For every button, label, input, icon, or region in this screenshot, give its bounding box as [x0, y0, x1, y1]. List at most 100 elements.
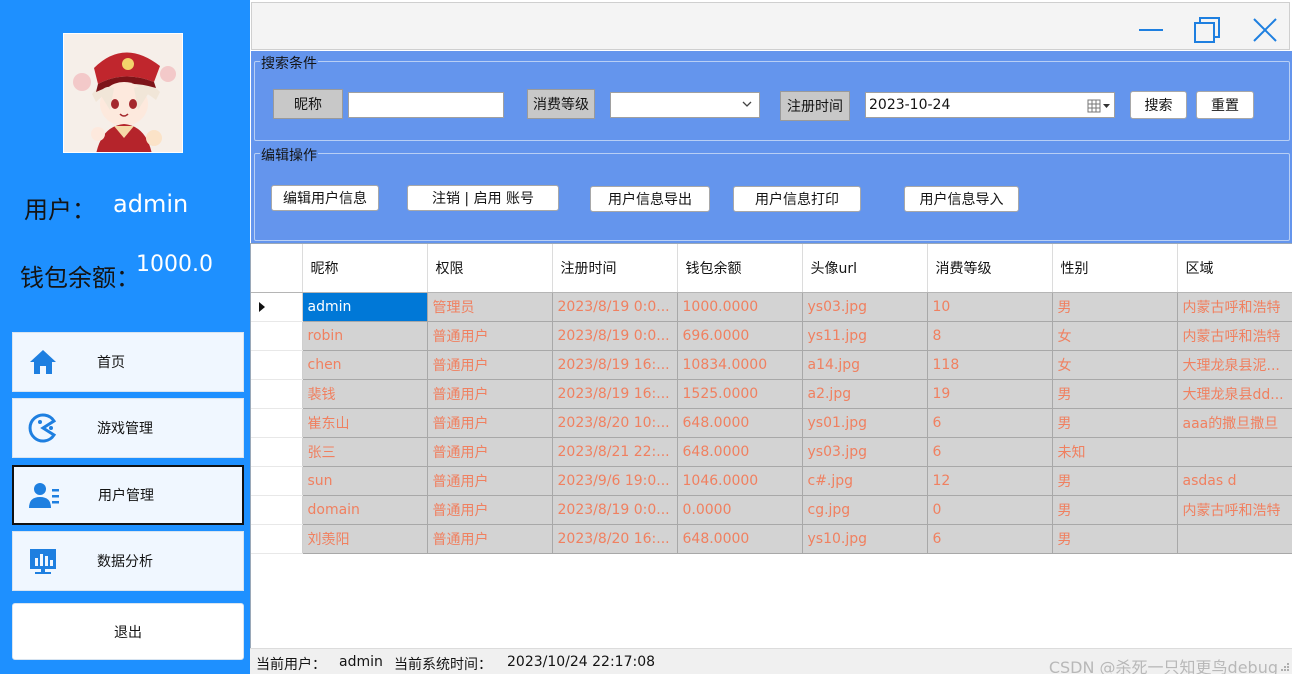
cell-nickname[interactable]: chen: [302, 350, 428, 380]
table-row[interactable]: domain 普通用户 2023/8/19 0:0... 0.0000 cg.jpg 0 男…: [251, 495, 1292, 525]
cell-role[interactable]: 普通用户: [427, 524, 553, 554]
print-users-button[interactable]: 用户信息打印: [733, 186, 861, 212]
row-header[interactable]: [251, 350, 303, 380]
cell-nickname[interactable]: admin: [302, 292, 428, 322]
column-header-regtime[interactable]: 注册时间: [552, 244, 678, 293]
reset-button[interactable]: 重置: [1196, 91, 1254, 119]
nickname-input[interactable]: [348, 92, 504, 118]
row-header[interactable]: [251, 466, 303, 496]
close-icon[interactable]: [1250, 15, 1280, 45]
cell-nickname[interactable]: 张三: [302, 437, 428, 467]
cell-region[interactable]: 内蒙古呼和浩特: [1177, 292, 1292, 322]
cell-wallet[interactable]: 648.0000: [677, 437, 803, 467]
cell-gender[interactable]: 男: [1052, 408, 1178, 438]
cell-nickname[interactable]: 崔东山: [302, 408, 428, 438]
cell-wallet[interactable]: 648.0000: [677, 408, 803, 438]
cell-level[interactable]: 8: [927, 321, 1053, 351]
regtime-date-picker[interactable]: 2023-10-24: [865, 92, 1115, 118]
cell-wallet[interactable]: 1525.0000: [677, 379, 803, 409]
cell-gender[interactable]: 女: [1052, 321, 1178, 351]
cell-wallet[interactable]: 696.0000: [677, 321, 803, 351]
nav-analytics-button[interactable]: 数据分析: [12, 531, 244, 591]
cell-level[interactable]: 6: [927, 524, 1053, 554]
cell-regtime[interactable]: 2023/8/20 16:...: [552, 524, 678, 554]
cell-level[interactable]: 12: [927, 466, 1053, 496]
table-row[interactable]: 刘羡阳 普通用户 2023/8/20 16:... 648.0000 ys10.jpg 6…: [251, 524, 1292, 554]
cell-avatar-url[interactable]: a14.jpg: [802, 350, 928, 380]
cell-regtime[interactable]: 2023/8/19 0:0...: [552, 495, 678, 525]
column-header-wallet[interactable]: 钱包余额: [677, 244, 803, 293]
cell-region[interactable]: 大理龙泉县泥...: [1177, 350, 1292, 380]
column-header-level[interactable]: 消费等级: [927, 244, 1053, 293]
row-header[interactable]: [251, 495, 303, 525]
user-data-grid[interactable]: 昵称 权限 注册时间 钱包余额 头像url 消费等级 性别 区域 admin 管理…: [250, 243, 1292, 648]
table-row[interactable]: 张三 普通用户 2023/8/21 22:... 648.0000 ys03.jpg 6 未…: [251, 437, 1292, 467]
cell-gender[interactable]: 男: [1052, 379, 1178, 409]
level-select[interactable]: [610, 92, 760, 118]
cell-region[interactable]: aaa的撒旦撒旦: [1177, 408, 1292, 438]
cell-region[interactable]: 内蒙古呼和浩特: [1177, 495, 1292, 525]
toggle-account-button[interactable]: 注销 | 启用 账号: [407, 185, 559, 211]
cell-gender[interactable]: 未知: [1052, 437, 1178, 467]
cell-role[interactable]: 普通用户: [427, 350, 553, 380]
cell-wallet[interactable]: 10834.0000: [677, 350, 803, 380]
table-row[interactable]: 裴钱 普通用户 2023/8/19 16:... 1525.0000 a2.jpg 19 男…: [251, 379, 1292, 409]
cell-wallet[interactable]: 648.0000: [677, 524, 803, 554]
table-row[interactable]: chen 普通用户 2023/8/19 16:... 10834.0000 a14.jp…: [251, 350, 1292, 380]
search-button[interactable]: 搜索: [1130, 91, 1187, 119]
cell-gender[interactable]: 男: [1052, 466, 1178, 496]
minimize-icon[interactable]: [1136, 15, 1166, 45]
calendar-dropdown-icon[interactable]: [1087, 98, 1111, 114]
row-header[interactable]: [251, 292, 303, 322]
cell-gender[interactable]: 男: [1052, 292, 1178, 322]
table-row[interactable]: 崔东山 普通用户 2023/8/20 10:... 648.0000 ys01.jpg 6…: [251, 408, 1292, 438]
column-header-role[interactable]: 权限: [427, 244, 553, 293]
cell-role[interactable]: 普通用户: [427, 408, 553, 438]
cell-nickname[interactable]: domain: [302, 495, 428, 525]
column-header-region[interactable]: 区域: [1177, 244, 1292, 293]
cell-wallet[interactable]: 0.0000: [677, 495, 803, 525]
cell-region[interactable]: [1177, 437, 1292, 467]
column-header-avatar-url[interactable]: 头像url: [802, 244, 928, 293]
maximize-icon[interactable]: [1192, 15, 1222, 45]
cell-nickname[interactable]: sun: [302, 466, 428, 496]
row-header[interactable]: [251, 408, 303, 438]
cell-region[interactable]: asdas d: [1177, 466, 1292, 496]
cell-role[interactable]: 管理员: [427, 292, 553, 322]
cell-avatar-url[interactable]: ys10.jpg: [802, 524, 928, 554]
cell-nickname[interactable]: 刘羡阳: [302, 524, 428, 554]
cell-gender[interactable]: 女: [1052, 350, 1178, 380]
cell-role[interactable]: 普通用户: [427, 379, 553, 409]
row-header[interactable]: [251, 437, 303, 467]
nav-users-button[interactable]: 用户管理: [12, 465, 244, 525]
cell-regtime[interactable]: 2023/8/19 16:...: [552, 350, 678, 380]
cell-nickname[interactable]: robin: [302, 321, 428, 351]
cell-avatar-url[interactable]: ys03.jpg: [802, 437, 928, 467]
row-header[interactable]: [251, 524, 303, 554]
nav-games-button[interactable]: 游戏管理: [12, 398, 244, 458]
resize-grip-icon[interactable]: [1280, 662, 1290, 672]
export-users-button[interactable]: 用户信息导出: [590, 186, 710, 212]
cell-avatar-url[interactable]: cg.jpg: [802, 495, 928, 525]
cell-avatar-url[interactable]: c#.jpg: [802, 466, 928, 496]
cell-regtime[interactable]: 2023/8/20 10:...: [552, 408, 678, 438]
row-header[interactable]: [251, 321, 303, 351]
cell-role[interactable]: 普通用户: [427, 495, 553, 525]
cell-regtime[interactable]: 2023/8/19 0:0...: [552, 292, 678, 322]
cell-wallet[interactable]: 1046.0000: [677, 466, 803, 496]
cell-level[interactable]: 10: [927, 292, 1053, 322]
cell-avatar-url[interactable]: ys03.jpg: [802, 292, 928, 322]
row-header[interactable]: [251, 379, 303, 409]
cell-level[interactable]: 6: [927, 408, 1053, 438]
cell-role[interactable]: 普通用户: [427, 466, 553, 496]
cell-avatar-url[interactable]: a2.jpg: [802, 379, 928, 409]
cell-role[interactable]: 普通用户: [427, 437, 553, 467]
cell-regtime[interactable]: 2023/8/21 22:...: [552, 437, 678, 467]
cell-nickname[interactable]: 裴钱: [302, 379, 428, 409]
column-header-gender[interactable]: 性别: [1052, 244, 1178, 293]
cell-gender[interactable]: 男: [1052, 524, 1178, 554]
cell-level[interactable]: 6: [927, 437, 1053, 467]
nav-home-button[interactable]: 首页: [12, 332, 244, 392]
cell-avatar-url[interactable]: ys11.jpg: [802, 321, 928, 351]
cell-regtime[interactable]: 2023/8/19 16:...: [552, 379, 678, 409]
